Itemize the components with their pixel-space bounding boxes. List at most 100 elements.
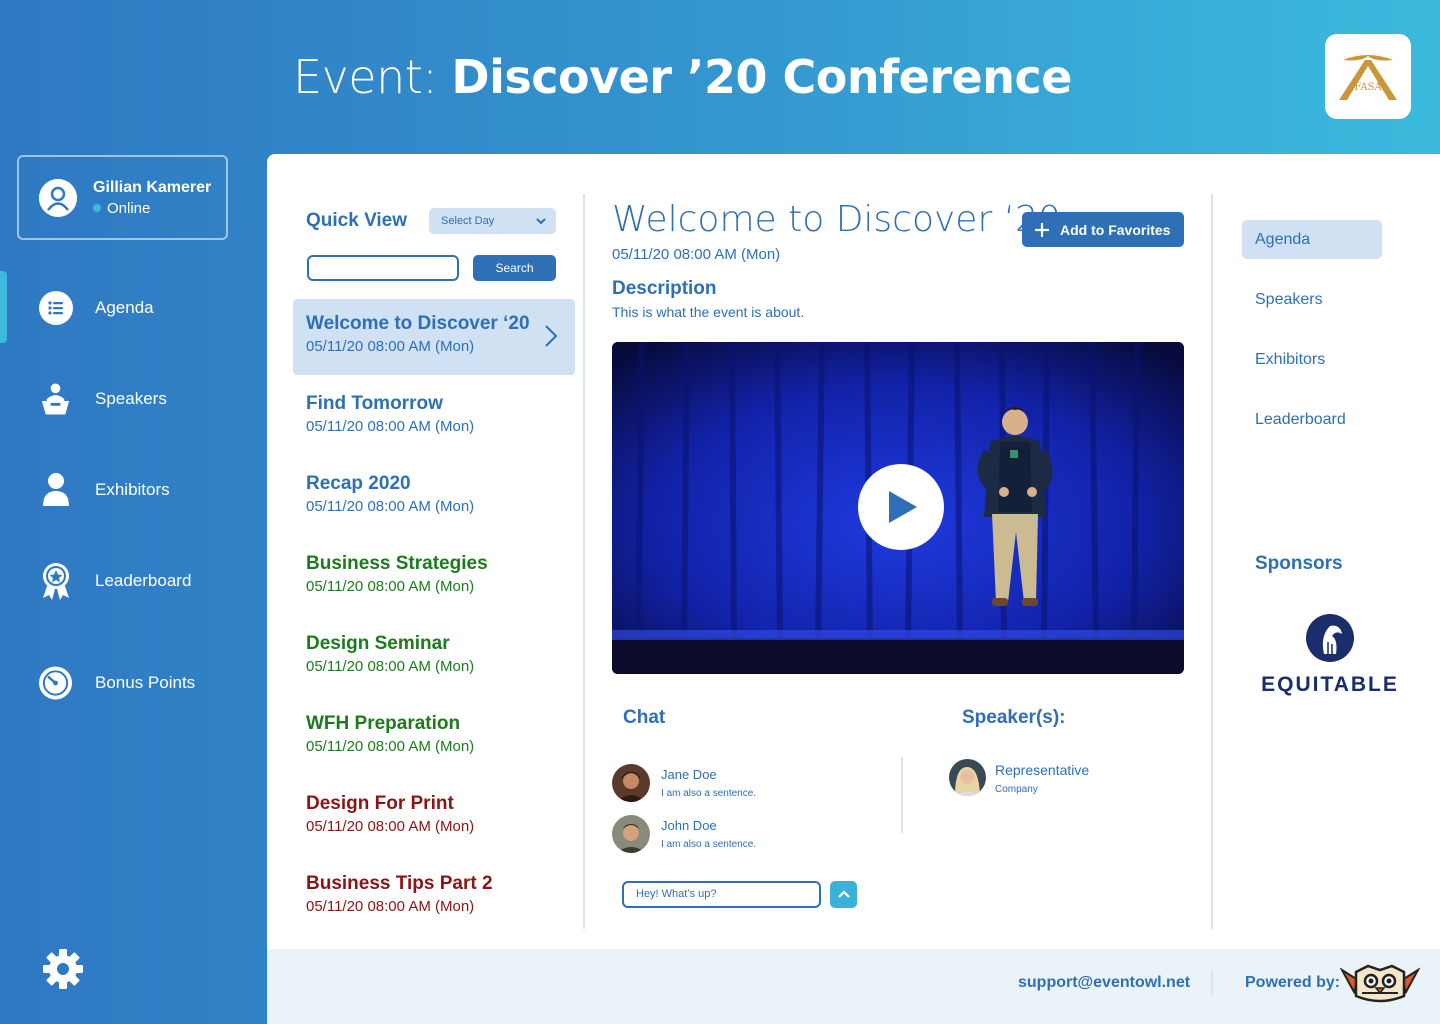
send-message-button[interactable] [830, 881, 857, 908]
user-name: Gillian Kamerer [93, 178, 212, 196]
list-icon [38, 290, 73, 325]
chat-message-author: Jane Doe [661, 767, 717, 782]
agenda-item-title: Design For Print [306, 793, 454, 814]
play-button[interactable] [858, 464, 944, 550]
chat-message-text: I am also a sentence. [661, 839, 757, 850]
support-email-link[interactable]: support@eventowl.net [1018, 974, 1190, 992]
search-button[interactable]: Search [473, 255, 556, 281]
sidebar-item-label: Bonus Points [95, 672, 196, 692]
chat-input[interactable]: Hey! What’s up? [622, 881, 821, 908]
right-nav-leaderboard[interactable]: Leaderboard [1242, 400, 1382, 439]
agenda-item-title: Recap 2020 [306, 473, 411, 494]
chat-message-author: John Doe [661, 818, 717, 833]
event-title-prefix: Event: [293, 50, 452, 104]
event-title-name: Discover ’20 Conference [451, 50, 1072, 104]
agenda-item-title: Business Tips Part 2 [306, 873, 493, 894]
award-icon [38, 562, 73, 600]
right-nav-speakers[interactable]: Speakers [1242, 280, 1382, 319]
agenda-item-title: Business Strategies [306, 553, 488, 574]
sponsor-logo[interactable]: EQUITABLE [1260, 614, 1400, 697]
agenda-list-item[interactable]: Find Tomorrow 05/11/20 08:00 AM (Mon) [293, 379, 575, 455]
fasa-logo-icon: FASA [1339, 54, 1397, 100]
right-nav-agenda[interactable]: Agenda [1242, 220, 1382, 259]
agenda-item-time: 05/11/20 08:00 AM (Mon) [306, 418, 475, 435]
user-profile[interactable]: Gillian Kamerer Online [17, 155, 228, 240]
add-to-favorites-button[interactable]: Add to Favorites [1022, 212, 1184, 247]
sidebar-item-label: Leaderboard [95, 570, 192, 590]
chevron-right-icon [543, 323, 559, 354]
footer-divider [1211, 971, 1213, 995]
agenda-item-time: 05/11/20 08:00 AM (Mon) [306, 738, 475, 755]
fasa-logo-text: FASA [1354, 82, 1382, 93]
right-nav-exhibitors[interactable]: Exhibitors [1242, 340, 1382, 379]
agenda-list-item[interactable]: Business Tips Part 2 05/11/20 08:00 AM (M… [293, 859, 575, 935]
user-avatar-icon [39, 178, 77, 217]
sidebar-item-exhibitors[interactable]: Exhibitors [38, 472, 170, 507]
equitable-logo-icon [1306, 614, 1354, 662]
play-icon [889, 491, 917, 523]
agenda-item-time: 05/11/20 08:00 AM (Mon) [306, 498, 475, 515]
select-day-label: Select Day [441, 215, 495, 227]
agenda-item-title: Design Seminar [306, 633, 450, 654]
add-to-favorites-label: Add to Favorites [1060, 221, 1171, 238]
sidebar-item-label: Speakers [95, 388, 167, 408]
speaker-company: Company [995, 784, 1038, 795]
agenda-item-time: 05/11/20 08:00 AM (Mon) [306, 818, 475, 835]
session-title: Welcome to Discover ‘20 [612, 199, 1061, 240]
nav-active-indicator [0, 271, 7, 343]
chat-label: Chat [623, 707, 666, 728]
agenda-item-time: 05/11/20 08:00 AM (Mon) [306, 658, 475, 675]
sidebar-item-label: Exhibitors [95, 479, 170, 499]
sidebar-item-agenda[interactable]: Agenda [38, 290, 154, 325]
agenda-list-item[interactable]: Business Strategies 05/11/20 08:00 AM (Mo… [293, 539, 575, 615]
eventowl-logo[interactable] [1339, 962, 1421, 1009]
gear-icon [43, 949, 83, 989]
owl-logo-icon [1339, 964, 1421, 1003]
divider-left [583, 194, 585, 929]
sponsor-name: EQUITABLE [1261, 673, 1399, 696]
sidebar-item-label: Agenda [95, 297, 154, 317]
sidebar-item-leaderboard[interactable]: Leaderboard [38, 562, 192, 600]
status-dot [93, 204, 101, 212]
speaker-name: Representative [995, 762, 1090, 778]
agenda-item-time: 05/11/20 08:00 AM (Mon) [306, 578, 475, 595]
chevron-up-icon [837, 889, 850, 898]
quick-view-title: Quick View [306, 210, 408, 231]
agenda-item-title: Welcome to Discover ‘20 [306, 313, 530, 334]
main-panel: Quick View Select Day Search Welcome to … [267, 154, 1440, 1024]
chat-message: Jane Doe I am also a sentence. [612, 764, 756, 802]
sidebar-item-speakers[interactable]: Speakers [38, 381, 167, 416]
description-text: This is what the event is about. [612, 304, 805, 320]
plus-icon [1035, 222, 1049, 237]
user-status-text: Online [107, 199, 151, 217]
agenda-item-time: 05/11/20 08:00 AM (Mon) [306, 898, 475, 915]
sidebar-item-bonus-points[interactable]: Bonus Points [38, 665, 195, 700]
divider-chat [901, 757, 903, 833]
agenda-list-item[interactable]: WFH Preparation 05/11/20 08:00 AM (Mon) [293, 699, 575, 775]
agenda-item-title: WFH Preparation [306, 713, 461, 734]
agenda-list-item[interactable]: Design Seminar 05/11/20 08:00 AM (Mon) [293, 619, 575, 695]
user-status: Online [93, 200, 211, 217]
powered-by-label: Powered by: [1245, 974, 1341, 991]
avatar [949, 759, 986, 796]
chevron-down-icon [536, 208, 546, 244]
gauge-icon [38, 665, 73, 700]
agenda-list-item[interactable]: Recap 2020 05/11/20 08:00 AM (Mon) [293, 459, 575, 535]
agenda-item-title: Find Tomorrow [306, 393, 443, 414]
session-time: 05/11/20 08:00 AM (Mon) [612, 246, 781, 263]
divider-right [1211, 194, 1213, 929]
speaker-icon [38, 381, 73, 416]
agenda-item-time: 05/11/20 08:00 AM (Mon) [306, 338, 475, 355]
agenda-list-item[interactable]: Welcome to Discover ‘20 05/11/20 08:00 AM… [293, 299, 575, 375]
select-day-dropdown[interactable]: Select Day [429, 208, 556, 234]
video-player[interactable] [612, 342, 1184, 674]
fasa-logo[interactable]: FASA [1325, 34, 1411, 119]
speaker-card[interactable]: Representative Company [949, 759, 1089, 796]
agenda-list-item[interactable]: Design For Print 05/11/20 08:00 AM (Mon) [293, 779, 575, 855]
chat-message: John Doe I am also a sentence. [612, 815, 756, 853]
search-input[interactable] [307, 255, 459, 281]
sponsors-label: Sponsors [1255, 553, 1343, 574]
avatar [612, 815, 650, 853]
settings-button[interactable] [43, 949, 83, 989]
speakers-label: Speaker(s): [962, 707, 1066, 728]
